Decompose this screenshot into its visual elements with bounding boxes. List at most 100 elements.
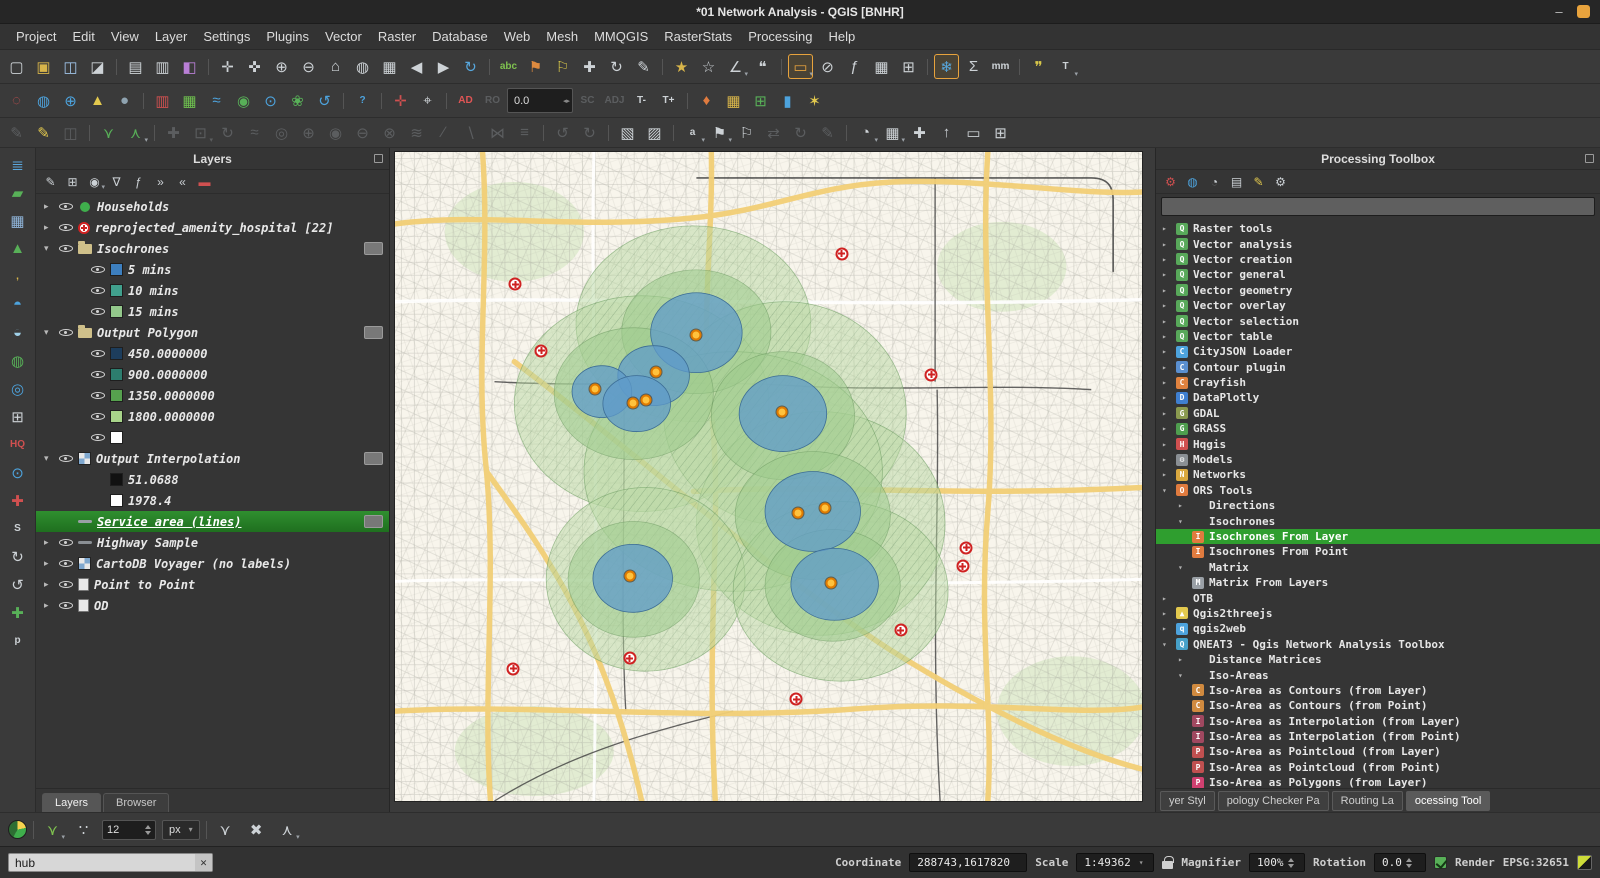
new-project-icon[interactable]: ▢ [4, 54, 29, 79]
select-features-icon[interactable]: ▭ [788, 54, 813, 79]
toolbox-wrench-icon[interactable]: ⚙ [1160, 172, 1181, 192]
expander-icon[interactable]: ▸ [44, 600, 54, 611]
open-attribute-table-icon[interactable]: ▦ [869, 54, 894, 79]
visibility-eye-icon[interactable] [59, 242, 73, 255]
annotation-icon[interactable]: ❞ [1026, 54, 1051, 79]
toolbox-edit-icon[interactable]: ✎ [1248, 172, 1269, 192]
color-grid-icon[interactable]: ▦ [177, 88, 202, 113]
toolbox-row[interactable]: ▸ ▲ Qgis2threejs [1156, 606, 1600, 621]
locator-input[interactable] [9, 856, 195, 870]
toolbox-row[interactable]: ▸ OTB [1156, 590, 1600, 605]
layer-row[interactable]: ▸ OD [36, 595, 389, 616]
toolbox-row[interactable]: C Iso-Area as Contours (from Layer) [1156, 683, 1600, 698]
visibility-eye-icon[interactable] [59, 326, 73, 339]
grid-decoration-icon[interactable]: ⊞ [988, 120, 1013, 145]
label-properties-icon[interactable]: ✎ [815, 120, 840, 145]
hospital-marker[interactable] [790, 693, 803, 706]
expander-icon[interactable]: ▸ [1162, 409, 1171, 418]
vertex-tool-all-icon[interactable]: ⋎ [96, 120, 121, 145]
spinner[interactable] [1288, 858, 1294, 868]
delete-part-icon[interactable]: ⊗ [377, 120, 402, 145]
toolbox-row[interactable]: ▸ D DataPlotly [1156, 390, 1600, 405]
burst-tool-icon[interactable]: ✶ [802, 88, 827, 113]
poi-marker[interactable] [691, 330, 702, 341]
pan-to-selection-icon[interactable]: ✜ [242, 54, 267, 79]
hospital-marker[interactable] [956, 560, 969, 573]
toolbox-row[interactable]: ▾ O ORS Tools [1156, 483, 1600, 498]
map-canvas[interactable] [394, 151, 1143, 802]
coordinate-field[interactable]: 288743,1617820 [909, 853, 1027, 872]
cad-t-minus-button[interactable]: T- [629, 88, 654, 113]
style-manager-icon[interactable]: ◧ [177, 54, 202, 79]
expander-icon[interactable]: ▸ [1162, 332, 1171, 341]
move-feature-icon[interactable]: ✚ [161, 120, 186, 145]
expander-icon[interactable]: ▸ [1162, 240, 1171, 249]
vertex-tool-icon[interactable]: ⋏ [123, 120, 148, 145]
filter-by-expression-icon[interactable]: ƒ [128, 172, 149, 192]
add-postgis-layer-icon[interactable]: ◓ [5, 292, 31, 317]
processing-toolbox-icon[interactable]: ❄ [934, 54, 959, 79]
toolbox-row[interactable]: I Isochrones From Layer [1156, 529, 1600, 544]
layer-row[interactable]: Service area (lines) [36, 511, 389, 532]
expander-icon[interactable]: ▸ [1162, 393, 1171, 402]
remove-layer-icon[interactable]: ▬ [194, 172, 215, 192]
refresh-cw-icon[interactable]: ↻ [5, 544, 31, 569]
expander-icon[interactable]: ▾ [1178, 671, 1187, 680]
raster-palette-icon[interactable]: ▦ [721, 88, 746, 113]
menu-item[interactable]: Mesh [538, 26, 586, 47]
open-layer-styling-icon[interactable]: ✎ [40, 172, 61, 192]
expander-icon[interactable]: ▾ [44, 327, 54, 338]
toolbox-row[interactable]: I Iso-Area as Interpolation (from Point) [1156, 729, 1600, 744]
poi-marker[interactable] [590, 383, 601, 394]
ors-plugin-icon[interactable]: ✚ [5, 488, 31, 513]
menu-item[interactable]: Raster [370, 26, 424, 47]
toolbox-row[interactable]: P Iso-Area as Polygons (from Layer) [1156, 775, 1600, 788]
toolbox-row[interactable]: P Iso-Area as Pointcloud (from Layer) [1156, 744, 1600, 759]
visibility-eye-icon[interactable] [91, 431, 105, 444]
spinner[interactable] [145, 825, 151, 835]
plot-tool-icon[interactable]: ▮ [775, 88, 800, 113]
toolbox-row[interactable]: ▸ H Hqgis [1156, 436, 1600, 451]
expander-icon[interactable]: ▸ [1162, 301, 1171, 310]
cad-construction-icon[interactable]: ✛ [388, 88, 413, 113]
menu-item[interactable]: Database [424, 26, 496, 47]
save-edits-icon[interactable]: ◫ [58, 120, 83, 145]
add-xyz-layer-icon[interactable]: ⊞ [5, 404, 31, 429]
toolbox-row[interactable]: ▸ Q Vector overlay [1156, 298, 1600, 313]
zoom-to-layer-icon[interactable]: ▦ [377, 54, 402, 79]
menu-item[interactable]: MMQGIS [586, 26, 656, 47]
geocoding-icon[interactable]: ⊕ [58, 88, 83, 113]
toolbox-row[interactable]: ▸ Q Vector general [1156, 267, 1600, 282]
visibility-eye-icon[interactable] [91, 347, 105, 360]
crs-indicator[interactable]: EPSG:32651 [1503, 856, 1569, 869]
visibility-eye-icon[interactable] [59, 578, 73, 591]
minimize-button[interactable]: – [1551, 4, 1567, 20]
toolbox-row[interactable]: ▸ N Networks [1156, 467, 1600, 482]
scale-bar-icon[interactable]: ▭ [961, 120, 986, 145]
orange-tool-icon[interactable]: ♦ [694, 88, 719, 113]
toolbox-row[interactable]: ▸ Q Vector analysis [1156, 236, 1600, 251]
clear-icon[interactable]: ✕ [195, 854, 212, 871]
cad-ro-button[interactable]: RO [480, 88, 505, 113]
rotate-label-icon[interactable]: ↻ [604, 54, 629, 79]
layer-row[interactable]: 15 mins [36, 301, 389, 322]
highlight-labels-icon[interactable]: ⚐ [550, 54, 575, 79]
statistics-icon[interactable]: Σ [961, 54, 986, 79]
magnifier-field[interactable]: 100% [1249, 853, 1305, 872]
deselect-features-icon[interactable]: ⊘ [815, 54, 840, 79]
poi-marker[interactable] [826, 577, 837, 588]
visibility-eye-icon[interactable] [59, 200, 73, 213]
expander-icon[interactable]: ▸ [1162, 455, 1171, 464]
hospital-marker[interactable] [535, 344, 548, 357]
qgis2threejs-icon[interactable]: ▲ [85, 88, 110, 113]
expander-icon[interactable]: ▸ [1162, 624, 1171, 633]
messages-log-icon[interactable] [1577, 855, 1592, 870]
cad-sc-button[interactable]: SC [575, 88, 600, 113]
add-ring-icon[interactable]: ◎ [269, 120, 294, 145]
split-parts-icon[interactable]: ∖ [458, 120, 483, 145]
panel-tab[interactable]: pology Checker Pa [1218, 791, 1329, 811]
save-project-as-icon[interactable]: ◪ [85, 54, 110, 79]
units-select[interactable]: px [162, 820, 200, 840]
new-print-layout-icon[interactable]: ▤ [123, 54, 148, 79]
add-grid-icon[interactable]: ⊞ [748, 88, 773, 113]
